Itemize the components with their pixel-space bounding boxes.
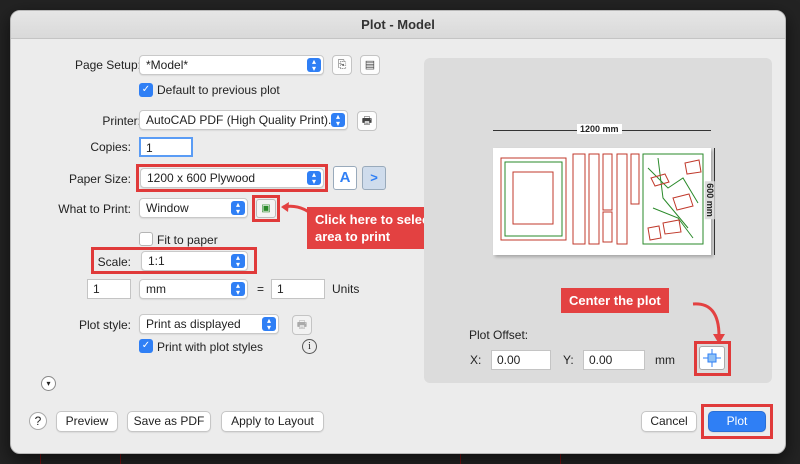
paper-size-label: Paper Size:	[68, 172, 131, 186]
setup-manager-icon[interactable]: ▤	[360, 55, 380, 75]
print-with-styles-checkbox[interactable]: ✓	[139, 339, 153, 353]
select-window-highlight	[252, 195, 280, 222]
width-dimension: 1200 mm	[577, 124, 622, 134]
printer-select[interactable]: AutoCAD PDF (High Quality Print).... ▴ ▾	[139, 110, 348, 130]
chevron-updown-icon: ▴ ▾	[307, 58, 321, 73]
what-to-print-select[interactable]: Window ▴ ▾	[139, 198, 248, 218]
print-with-styles-label: Print with plot styles	[157, 340, 264, 354]
plot-dialog: Plot - Model Page Setup: *Model* ▴ ▾ ⎘ ▤ …	[10, 10, 786, 454]
fit-to-paper-checkbox[interactable]	[139, 232, 153, 246]
scale-unit-value: mm	[146, 282, 166, 296]
plot-style-value: Print as displayed	[146, 317, 241, 331]
chevron-updown-icon: ▴ ▾	[231, 282, 245, 297]
cancel-button[interactable]: Cancel	[641, 411, 697, 432]
chevron-updown-icon: ▴ ▾	[262, 317, 276, 332]
help-button[interactable]: ?	[29, 412, 47, 430]
center-plot-highlight	[694, 341, 731, 376]
chevron-updown-icon: ▴ ▾	[331, 113, 345, 128]
import-setup-icon[interactable]: ⎘	[332, 55, 352, 75]
height-dimension: 600 mm	[704, 181, 715, 219]
center-plot-callout: Center the plot	[561, 288, 669, 313]
default-previous-checkbox[interactable]: ✓	[139, 83, 153, 97]
plot-style-label: Plot style:	[78, 318, 131, 332]
copies-input[interactable]: 1	[139, 137, 193, 157]
plot-offset-label: Plot Offset:	[469, 328, 529, 342]
landscape-icon[interactable]: >	[362, 166, 386, 190]
y-offset-label: Y:	[563, 353, 574, 367]
printer-properties-icon[interactable]: 🖶	[357, 111, 377, 131]
scale-highlight	[91, 247, 257, 274]
portrait-icon[interactable]: A	[333, 166, 357, 190]
x-offset-label: X:	[470, 353, 482, 367]
plot-style-select[interactable]: Print as displayed ▴ ▾	[139, 314, 279, 334]
plot-button-highlight	[701, 404, 773, 439]
apply-to-layout-button[interactable]: Apply to Layout	[221, 411, 324, 432]
x-offset-input[interactable]: 0.00	[491, 350, 551, 370]
plot-style-edit-icon[interactable]: 🖶	[292, 315, 312, 335]
printer-label: Printer:	[102, 114, 141, 128]
info-icon[interactable]: i	[302, 339, 317, 354]
default-previous-label: Default to previous plot	[157, 83, 280, 97]
paper-size-highlight	[136, 164, 328, 192]
fit-to-paper-label: Fit to paper	[157, 233, 218, 247]
copies-label: Copies:	[90, 140, 131, 154]
y-offset-input[interactable]: 0.00	[583, 350, 645, 370]
printer-value: AutoCAD PDF (High Quality Print)....	[146, 113, 342, 127]
page-setup-select[interactable]: *Model* ▴ ▾	[139, 55, 324, 75]
offset-unit: mm	[655, 353, 675, 367]
drawing-preview	[500, 153, 704, 245]
dialog-title: Plot - Model	[11, 11, 785, 39]
scale-paper-input[interactable]: 1	[87, 279, 131, 299]
page-setup-value: *Model*	[146, 58, 189, 72]
expand-icon[interactable]: ▾	[41, 376, 56, 391]
units-label: Units	[332, 282, 360, 296]
what-to-print-label: What to Print:	[58, 202, 131, 216]
preview-button[interactable]: Preview	[56, 411, 118, 432]
save-as-pdf-button[interactable]: Save as PDF	[127, 411, 211, 432]
arrow-icon	[692, 302, 725, 344]
equals-sign: =	[257, 282, 265, 296]
paper-preview	[493, 148, 711, 255]
what-to-print-value: Window	[146, 201, 189, 215]
scale-units-input[interactable]: 1	[271, 279, 325, 299]
scale-unit-select[interactable]: mm ▴ ▾	[139, 279, 248, 299]
chevron-updown-icon: ▴ ▾	[231, 201, 245, 216]
page-setup-label: Page Setup:	[74, 58, 141, 72]
